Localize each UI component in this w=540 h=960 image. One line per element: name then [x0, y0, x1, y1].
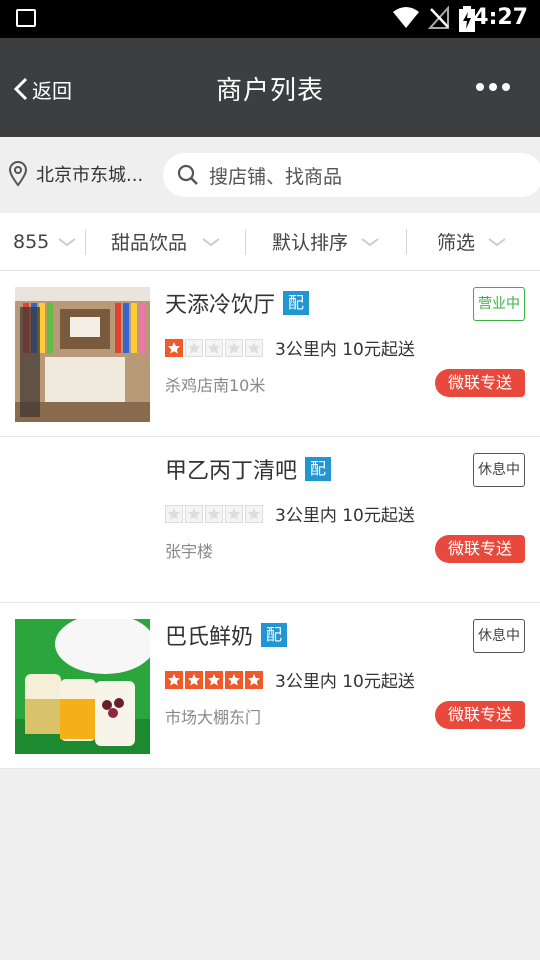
filter-divider: [245, 229, 246, 255]
shop-address: 市场大棚东门: [165, 708, 262, 727]
filter-label: 默认排序: [272, 232, 349, 254]
location-pin-icon: [8, 161, 28, 187]
star-icon: [225, 670, 243, 689]
dot-icon: [489, 83, 497, 91]
shop-address: 张宇楼: [165, 542, 214, 561]
filter-divider: [406, 229, 407, 255]
star-icon: [185, 670, 203, 689]
search-row: 北京市东城... 搜店铺、找商品: [0, 137, 540, 213]
status-time: 4:27: [473, 5, 528, 30]
status-bar: 4:27: [0, 0, 540, 38]
shop-meta: 3公里内 10元起送: [275, 506, 415, 526]
star-icon: [165, 338, 183, 357]
filter-divider: [85, 229, 86, 255]
search-input[interactable]: 搜店铺、找商品: [163, 153, 540, 197]
status-badge: 休息中: [473, 453, 525, 487]
dot-icon: [476, 83, 484, 91]
star-icon: [225, 504, 243, 523]
delivery-badge: 微联专送: [435, 369, 525, 397]
location-selector[interactable]: 北京市东城...: [8, 161, 143, 187]
shop-name: 巴氏鲜奶 配: [165, 619, 288, 651]
no-signal-icon: [428, 6, 449, 29]
shop-rating: 3公里内 10元起送: [165, 667, 415, 692]
star-icon: [165, 670, 183, 689]
filter-distance[interactable]: 855: [13, 213, 77, 270]
star-icon: [225, 338, 243, 357]
location-text: 北京市东城...: [36, 165, 144, 186]
page-title: 商户列表: [215, 76, 324, 106]
gallery-notification-icon: [16, 9, 36, 27]
status-badge: 营业中: [473, 287, 525, 321]
delivery-tag: 配: [283, 291, 310, 315]
wifi-icon: [393, 7, 419, 28]
shop-list: 天添冷饮厅 配 营业中 3公里内 10元起送 杀鸡店南10米 微联专送 甲乙丙丁…: [0, 271, 540, 769]
delivery-tag: 配: [261, 623, 288, 647]
star-rating: [165, 338, 263, 357]
filter-label: 855: [13, 230, 50, 253]
filter-label: 筛选: [437, 232, 476, 254]
app-header: 返回 商户列表: [0, 38, 540, 137]
shop-photo: [15, 619, 150, 754]
chevron-down-icon: [361, 237, 379, 246]
star-icon: [205, 338, 223, 357]
filter-sort[interactable]: 默认排序: [272, 213, 380, 270]
star-icon: [245, 338, 263, 357]
dot-icon: [502, 83, 510, 91]
star-rating: [165, 670, 263, 689]
filter-label: 甜品饮品: [111, 232, 188, 254]
chevron-down-icon: [488, 237, 506, 246]
search-icon: [177, 164, 198, 185]
delivery-tag: 配: [305, 457, 332, 481]
star-icon: [205, 670, 223, 689]
star-rating: [165, 504, 263, 523]
shop-rating: 3公里内 10元起送: [165, 501, 415, 526]
star-icon: [205, 504, 223, 523]
delivery-badge: 微联专送: [435, 701, 525, 729]
filter-screen[interactable]: 筛选: [437, 213, 507, 270]
filter-category[interactable]: 甜品饮品: [111, 213, 221, 270]
star-icon: [245, 504, 263, 523]
shop-item[interactable]: 天添冷饮厅 配 营业中 3公里内 10元起送 杀鸡店南10米 微联专送: [0, 271, 540, 437]
status-badge: 休息中: [473, 619, 525, 653]
shop-item[interactable]: 甲乙丙丁清吧 配 休息中 3公里内 10元起送 张宇楼 微联专送: [0, 437, 540, 603]
shop-photo: [15, 287, 150, 422]
chevron-down-icon: [202, 237, 220, 246]
filter-bar: 855 甜品饮品 默认排序 筛选: [0, 213, 540, 271]
shop-name: 甲乙丙丁清吧 配: [165, 453, 332, 485]
shop-rating: 3公里内 10元起送: [165, 335, 415, 360]
shop-meta: 3公里内 10元起送: [275, 672, 415, 692]
delivery-badge: 微联专送: [435, 535, 525, 563]
shop-address: 杀鸡店南10米: [165, 376, 266, 395]
shop-item[interactable]: 巴氏鲜奶 配 休息中 3公里内 10元起送 市场大棚东门 微联专送: [0, 603, 540, 769]
chevron-down-icon: [58, 237, 76, 246]
star-icon: [185, 504, 203, 523]
star-icon: [185, 338, 203, 357]
star-icon: [165, 504, 183, 523]
shop-name: 天添冷饮厅 配: [165, 287, 310, 319]
star-icon: [245, 670, 263, 689]
search-placeholder: 搜店铺、找商品: [209, 165, 343, 188]
more-options-button[interactable]: [476, 83, 510, 91]
shop-meta: 3公里内 10元起送: [275, 340, 415, 360]
